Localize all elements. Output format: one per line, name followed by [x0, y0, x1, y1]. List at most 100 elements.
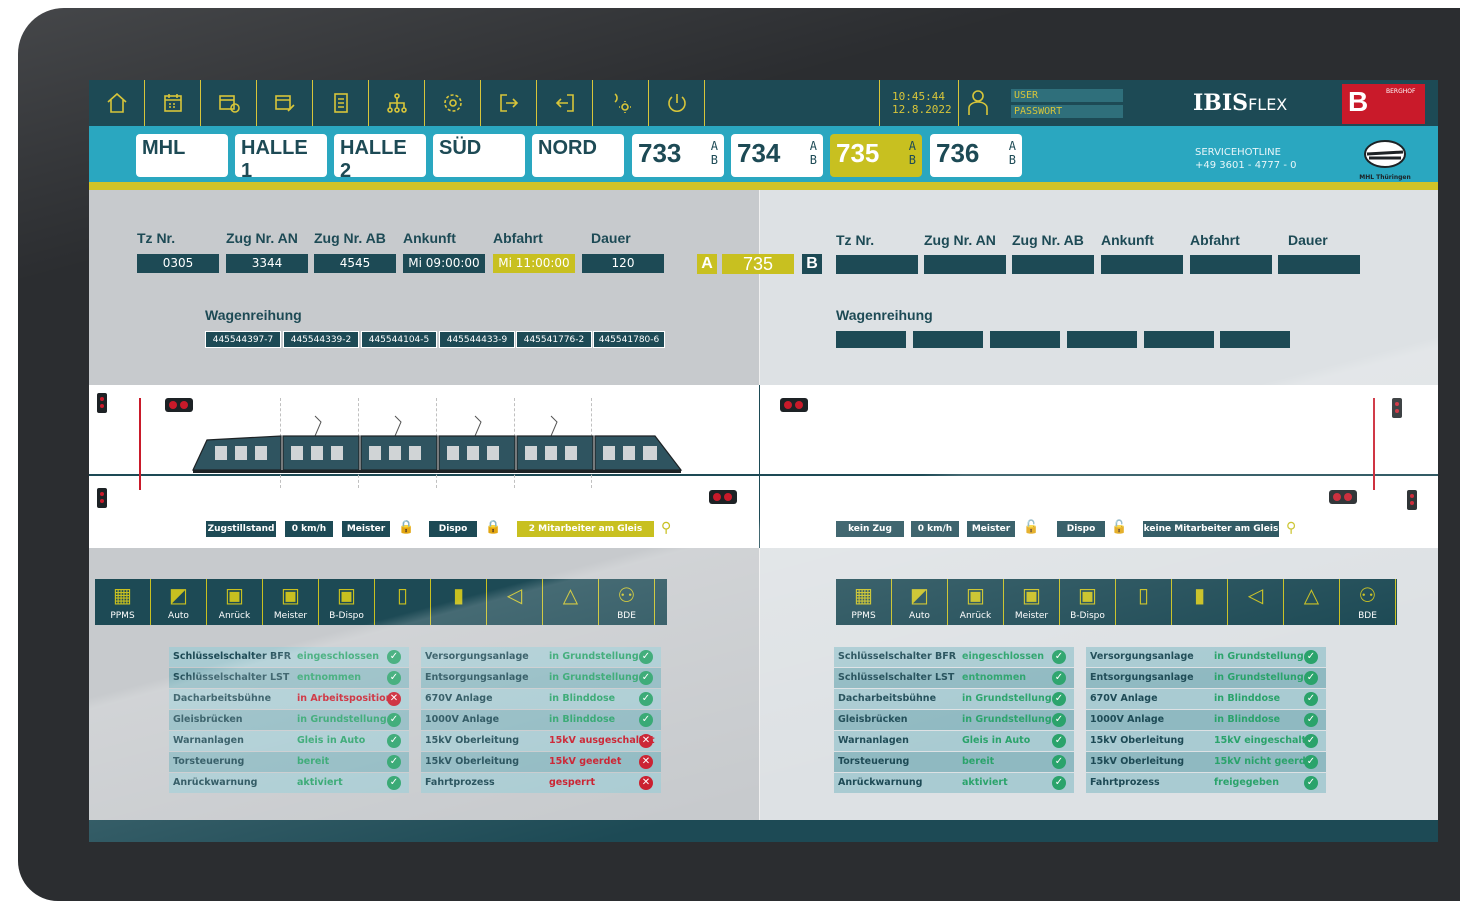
tab-number: 736	[936, 138, 980, 168]
tool-label: B-Dispo	[329, 611, 364, 621]
tool-button-ppms[interactable]: ▦ PPMS	[95, 579, 151, 625]
status-workers: keine Mitarbeiter am Gleis	[1143, 521, 1279, 537]
lock-icon: ▣	[281, 583, 300, 607]
tool-button-auto[interactable]: ◩ Auto	[151, 579, 207, 625]
tool-button-meister[interactable]: ▣ Meister	[1004, 579, 1060, 625]
calendar-icon[interactable]	[145, 80, 201, 126]
day-night-icon[interactable]	[593, 80, 649, 126]
berghof-logo: B BERGHOF	[1342, 84, 1425, 124]
tab-mhl[interactable]: MHL	[136, 134, 228, 177]
hierarchy-icon[interactable]	[369, 80, 425, 126]
tool-button-speaker[interactable]: ◁	[487, 579, 543, 625]
berghof-text: BERGHOF	[1386, 88, 1416, 95]
status-value: bereit	[962, 756, 995, 767]
check-icon: ✓	[1304, 755, 1318, 769]
tab-733[interactable]: 733 A B	[632, 134, 724, 177]
status-key: Schlüsselschalter LST	[173, 672, 290, 683]
calendar-edit-icon[interactable]	[257, 80, 313, 126]
hdr-ankunft: Ankunft	[403, 230, 456, 246]
wagon-number: 445544433-9	[439, 331, 515, 348]
tool-button-b-dispo[interactable]: ▣ B-Dispo	[1060, 579, 1116, 625]
tool-button-door[interactable]: ▯	[375, 579, 431, 625]
tab-halle-2[interactable]: HALLE 2	[334, 134, 426, 182]
check-icon: ✓	[1052, 734, 1066, 748]
tool-button-b-dispo[interactable]: ▣ B-Dispo	[319, 579, 375, 625]
tool-button-bde[interactable]: ⚇ BDE	[599, 579, 655, 625]
user-field[interactable]: USER	[1011, 89, 1123, 102]
tab-734[interactable]: 734 A B	[731, 134, 823, 177]
footer-bar	[89, 820, 1438, 842]
hdr-dauer: Dauer	[1288, 232, 1328, 248]
status-row: Warnanlagen Gleis in Auto ✓	[834, 731, 1074, 751]
logout-icon[interactable]	[481, 80, 537, 126]
left-gate	[139, 398, 141, 490]
status-row: Torsteuerung bereit ✓	[169, 752, 409, 772]
signal-icon	[97, 488, 107, 508]
tool-button-signal[interactable]: ▮	[1172, 579, 1228, 625]
tool-button-ppms[interactable]: ▦ PPMS	[836, 579, 892, 625]
check-icon: ✓	[1052, 671, 1066, 685]
tool-button-alarm[interactable]: △	[1284, 579, 1340, 625]
top-bar: 10:45:44 12.8.2022 USER PASSWORT IBISFLEX…	[89, 80, 1438, 126]
login-icon[interactable]	[537, 80, 593, 126]
signal-horizontal-icon	[709, 490, 737, 504]
check-icon: ✓	[387, 776, 401, 790]
signal-horizontal-icon	[780, 398, 808, 412]
status-row: Anrückwarnung aktiviert ✓	[834, 773, 1074, 793]
tool-button-speaker[interactable]: ◁	[1228, 579, 1284, 625]
tab-sued[interactable]: SÜD	[433, 134, 525, 177]
hotline-label: SERVICEHOTLINE	[1195, 147, 1281, 158]
status-row: Fahrtprozess gesperrt ✕	[421, 773, 661, 793]
tool-button-anrück[interactable]: ▣ Anrück	[948, 579, 1004, 625]
status-key: 15kV Oberleitung	[425, 756, 520, 767]
status-value: entnommen	[297, 672, 362, 683]
signal-icon	[97, 393, 107, 413]
tool-button-meister[interactable]: ▣ Meister	[263, 579, 319, 625]
hdr-zug-ab: Zug Nr. AB	[314, 230, 386, 246]
wagon-number: 445544397-7	[205, 331, 281, 348]
status-row: Dacharbeitsbühne in Arbeitsposition ✕	[169, 689, 409, 709]
tab-735[interactable]: 735 A B	[830, 134, 922, 177]
password-field[interactable]: PASSWORT	[1011, 105, 1123, 118]
status-stillstand: kein Zug	[836, 521, 904, 537]
tool-button-auto[interactable]: ◩ Auto	[892, 579, 948, 625]
status-value: in Grundstellung	[549, 651, 639, 662]
check-icon: ✓	[639, 671, 653, 685]
status-row: Versorgungsanlage in Grundstellung ✓	[1086, 647, 1326, 667]
tool-button-door[interactable]: ▯	[1116, 579, 1172, 625]
tool-button-bde[interactable]: ⚇ BDE	[1340, 579, 1396, 625]
lock-icon: ▣	[337, 583, 356, 607]
status-row: Entsorgungsanlage in Grundstellung ✓	[1086, 668, 1326, 688]
person-icon: ⚲	[661, 520, 672, 536]
home-icon[interactable]	[89, 80, 145, 126]
tool-button-alarm[interactable]: △	[543, 579, 599, 625]
wagon-number: 445541776-2	[516, 331, 592, 348]
power-icon[interactable]	[649, 80, 705, 126]
tab-halle-1[interactable]: HALLE 1	[235, 134, 327, 182]
side-b-label: B	[802, 254, 822, 274]
tool-label: BDE	[1358, 611, 1377, 621]
status-meister: Meister	[967, 521, 1015, 537]
tab-b: B	[1008, 153, 1016, 167]
hdr-tz: Tz Nr.	[836, 232, 875, 248]
lock-icon: 🔒	[398, 520, 415, 535]
hdr-zug-an: Zug Nr. AN	[226, 230, 298, 246]
status-value: freigegeben	[1214, 777, 1280, 788]
status-value: Gleis in Auto	[962, 735, 1031, 746]
brand-logo: IBISFLEX	[1193, 90, 1287, 116]
status-key: Torsteuerung	[838, 756, 910, 767]
status-value: eingeschlossen	[962, 651, 1045, 662]
error-icon: ✕	[639, 734, 653, 748]
check-icon: ✓	[639, 692, 653, 706]
tool-button-anrück[interactable]: ▣ Anrück	[207, 579, 263, 625]
status-key: Gleisbrücken	[173, 714, 243, 725]
value-tz: 0305	[137, 254, 219, 273]
tool-label: Meister	[273, 611, 308, 621]
tab-736[interactable]: 736 A B	[930, 134, 1022, 177]
tab-nord[interactable]: NORD	[532, 134, 624, 177]
status-value: aktiviert	[962, 777, 1008, 788]
gear-icon[interactable]	[425, 80, 481, 126]
calendar-clock-icon[interactable]	[201, 80, 257, 126]
document-icon[interactable]	[313, 80, 369, 126]
tool-button-signal[interactable]: ▮	[431, 579, 487, 625]
